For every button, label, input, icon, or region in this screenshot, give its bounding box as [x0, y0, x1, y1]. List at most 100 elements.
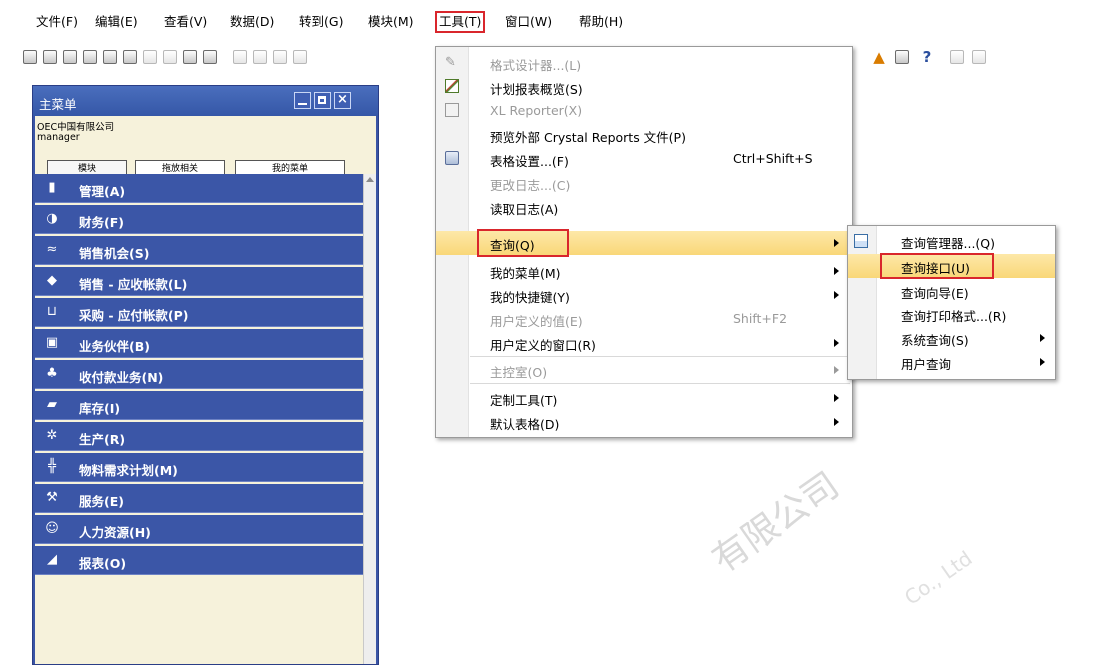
module-item-financials[interactable]: ◑ 财务(F): [35, 205, 363, 234]
mrp-icon: ╬: [48, 459, 56, 474]
submenu-arrow-icon: [834, 394, 839, 402]
watermark-text-en: Co., Ltd: [900, 546, 977, 610]
module-item-opportunities[interactable]: ≈ 销售机会(S): [35, 236, 363, 265]
add-icon[interactable]: [253, 50, 267, 64]
main-menu-content: OEC中国有限公司 manager 模块 拖放相关 我的菜单 ▮ 管理(A) ◑ 财…: [35, 116, 376, 664]
production-gear-icon: ✲: [46, 428, 58, 443]
word-icon[interactable]: [143, 50, 157, 64]
module-item-administration[interactable]: ▮ 管理(A): [35, 174, 363, 203]
chart-icon: [445, 79, 459, 93]
main-menu-titlebar: 主菜单 ×: [33, 86, 378, 116]
minimize-icon: [298, 103, 307, 105]
submenu-arrow-icon: [1040, 358, 1045, 366]
tools-dropdown-menu: ✎ 格式设计器...(L) 计划报表概览(S) XL Reporter(X) 预…: [435, 46, 853, 438]
menu-file[interactable]: 文件(F): [34, 13, 80, 31]
cart-icon: ⊔: [46, 304, 58, 319]
module-item-banking[interactable]: ♣ 收付款业务(N): [35, 360, 363, 389]
alert-icon[interactable]: ▲: [872, 50, 886, 65]
navigate-icon[interactable]: [183, 50, 197, 64]
menu-modules[interactable]: 模块(M): [366, 13, 416, 31]
module-item-human-resources[interactable]: ☺ 人力资源(H): [35, 515, 363, 544]
menu-item-form-designer[interactable]: ✎ 格式设计器...(L): [436, 51, 852, 75]
calendar-icon[interactable]: [895, 50, 909, 64]
help-icon[interactable]: ?: [920, 50, 934, 65]
excel-icon[interactable]: [123, 50, 137, 64]
module-item-production[interactable]: ✲ 生产(R): [35, 422, 363, 451]
first-record-icon[interactable]: [273, 50, 287, 64]
module-item-service[interactable]: ⚒ 服务(E): [35, 484, 363, 513]
sales-tag-icon: ◆: [47, 273, 57, 288]
inventory-icon: ▰: [47, 397, 57, 412]
menu-item-scheduled-reports[interactable]: 计划报表概览(S): [436, 75, 852, 99]
menu-help[interactable]: 帮助(H): [577, 13, 625, 31]
menu-item-default-forms[interactable]: 默认表格(D): [436, 410, 852, 434]
module-item-reports[interactable]: ◢ 报表(O): [35, 546, 363, 575]
menu-item-user-defined-values[interactable]: 用户定义的值(E) Shift+F2: [436, 307, 852, 331]
submenu-item-query-print-layout[interactable]: 查询打印格式...(R): [848, 302, 1055, 326]
submenu-arrow-icon: [834, 291, 839, 299]
menu-item-change-log[interactable]: 更改日志...(C): [436, 171, 852, 195]
previous-record-icon[interactable]: [293, 50, 307, 64]
financials-icon: ◑: [46, 211, 58, 226]
module-item-mrp[interactable]: ╬ 物料需求计划(M): [35, 453, 363, 482]
menu-item-customization-tools[interactable]: 定制工具(T): [436, 386, 852, 410]
scroll-up-icon[interactable]: [366, 177, 374, 182]
pencil-icon: ✎: [445, 55, 456, 70]
submenu-item-system-queries[interactable]: 系统查询(S): [848, 326, 1055, 350]
module-item-purchasing-ap[interactable]: ⊔ 采购 - 应付帐款(P): [35, 298, 363, 327]
print-preview-icon[interactable]: [63, 50, 77, 64]
reports-chart-icon: ◢: [47, 552, 57, 567]
people-icon: ☺: [45, 521, 59, 536]
submenu-item-user-queries[interactable]: 用户查询: [848, 350, 1055, 374]
watermark-text: 有限公司: [705, 464, 847, 581]
highlight-box-query-interface: [880, 253, 994, 279]
menu-separator: [470, 356, 850, 357]
menu-view[interactable]: 查看(V): [162, 13, 209, 31]
menu-item-my-menu[interactable]: 我的菜单(M): [436, 259, 852, 283]
menu-bar: 文件(F) 编辑(E) 查看(V) 数据(D) 转到(G) 模块(M) 工具(T…: [0, 0, 1110, 40]
company-name: OEC中国有限公司: [37, 122, 115, 133]
menu-edit[interactable]: 编辑(E): [93, 13, 140, 31]
submenu-arrow-icon: [834, 418, 839, 426]
module-item-business-partners[interactable]: ▣ 业务伙伴(B): [35, 329, 363, 358]
menu-item-user-defined-windows[interactable]: 用户定义的窗口(R): [436, 331, 852, 355]
submenu-arrow-icon: [1040, 334, 1045, 342]
submenu-arrow-icon: [834, 239, 839, 247]
screenshot2-icon[interactable]: [972, 50, 986, 64]
screenshot-icon[interactable]: [950, 50, 964, 64]
xl-reporter-icon: [445, 103, 459, 117]
menu-separator: [470, 383, 850, 384]
mail-icon[interactable]: [103, 50, 117, 64]
submenu-arrow-icon: [834, 339, 839, 347]
maximize-button[interactable]: [314, 92, 331, 109]
document-icon[interactable]: [83, 50, 97, 64]
menu-item-cockpit[interactable]: 主控室(O): [436, 358, 852, 382]
module-item-sales-ar[interactable]: ◆ 销售 - 应收帐款(L): [35, 267, 363, 296]
menu-item-form-settings[interactable]: 表格设置...(F) Ctrl+Shift+S: [436, 147, 852, 171]
menu-item-preview-crystal[interactable]: 预览外部 Crystal Reports 文件(P): [436, 123, 852, 147]
menu-item-my-shortcuts[interactable]: 我的快捷键(Y): [436, 283, 852, 307]
preview-icon[interactable]: [23, 50, 37, 64]
menu-tools[interactable]: 工具(T): [434, 11, 486, 33]
submenu-item-query-manager[interactable]: 查询管理器...(Q): [848, 229, 1055, 253]
administration-icon: ▮: [48, 180, 56, 195]
find-icon[interactable]: [233, 50, 247, 64]
pdf-icon[interactable]: [163, 50, 177, 64]
main-menu-window: 主菜单 × OEC中国有限公司 manager 模块 拖放相关 我的菜单 ▮ 管理…: [32, 85, 379, 665]
submenu-item-query-wizard[interactable]: 查询向导(E): [848, 279, 1055, 303]
close-icon: ×: [337, 92, 348, 107]
menu-item-xl-reporter[interactable]: XL Reporter(X): [436, 99, 852, 123]
module-item-inventory[interactable]: ▰ 库存(I): [35, 391, 363, 420]
print-icon[interactable]: [43, 50, 57, 64]
partners-icon: ▣: [45, 335, 59, 350]
highlight-box-queries: [477, 229, 569, 257]
menu-window[interactable]: 窗口(W): [503, 13, 554, 31]
close-button[interactable]: ×: [334, 92, 351, 109]
lock-icon[interactable]: [203, 50, 217, 64]
menu-data[interactable]: 数据(D): [228, 13, 276, 31]
module-list-scrollbar[interactable]: [363, 174, 376, 664]
menu-goto[interactable]: 转到(G): [297, 13, 345, 31]
minimize-button[interactable]: [294, 92, 311, 109]
menu-item-read-log[interactable]: 读取日志(A): [436, 195, 852, 219]
opportunities-icon: ≈: [46, 242, 58, 257]
